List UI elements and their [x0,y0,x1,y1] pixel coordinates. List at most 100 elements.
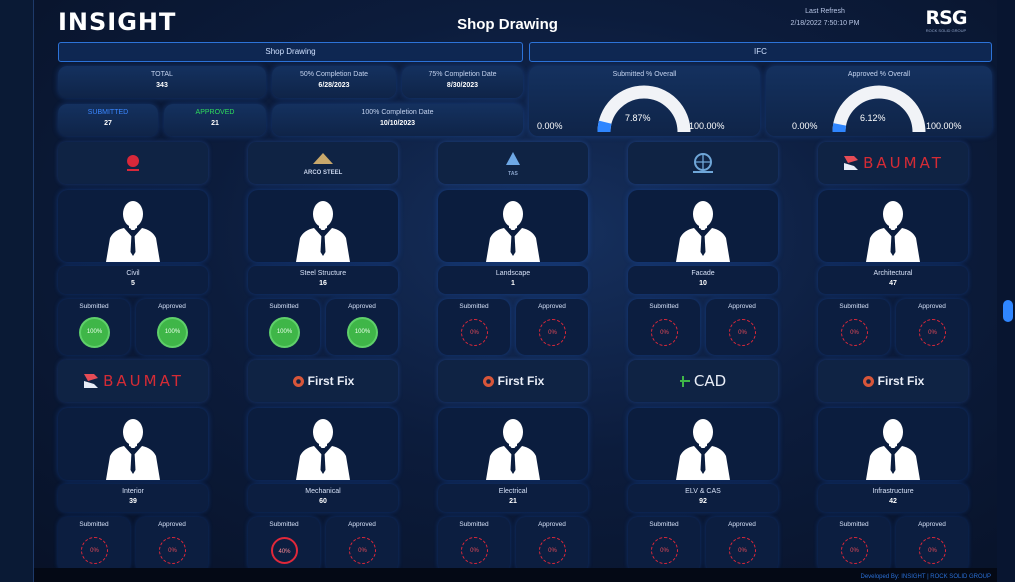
scroll-handle[interactable] [1003,300,1013,322]
submitted-status-label: Submitted [459,521,489,528]
brand-mark: RSG [925,7,968,29]
trade-name: Interior [122,488,144,495]
firstfix-gear-icon [862,375,874,387]
baumat-icon [84,374,99,388]
submitted-status: Submitted 100% [248,299,320,355]
contractor-logo: TAS [438,142,588,184]
completion-50-label: 50% Completion Date [299,71,369,78]
person-icon [296,201,350,262]
trade-name: Electrical [498,488,528,495]
completion-50-card: 50% Completion Date 6/28/2023 [272,66,396,98]
approved-status-label: Approved [918,521,946,528]
person-icon [676,201,730,262]
submitted-status: Submitted 100% [58,299,130,355]
trade-name: Landscape [495,270,531,277]
logo-text: ARCO STEEL [303,169,343,176]
arco-steel-icon [312,152,333,164]
contractor-logo: BAUMAT [818,142,968,184]
submitted-status-label: Submitted [459,303,489,310]
contractor-logo: First Fix [438,360,588,402]
submitted-percent-badge: 0% [461,319,488,346]
submitted-gauge-min: 0.00% [537,121,563,131]
footer-bar [34,568,997,582]
logo-text: First Fix [307,374,355,388]
completion-75-label: 75% Completion Date [428,71,497,78]
brand-logo: RSG ROCK SOLID GROUP [920,8,972,38]
trade-name-box: Infrastructure 42 [818,484,968,512]
submitted-status-label: Submitted [269,303,299,310]
completion-100-card: 100% Completion Date 10/10/2023 [272,104,523,136]
submitted-status: Submitted 0% [818,299,890,355]
approved-percent-badge: 0% [349,537,376,564]
approved-value: 21 [211,120,219,127]
trade-count: 92 [699,498,707,505]
contractor-logo: BAUMAT [58,360,208,402]
trade-name-box: Civil 5 [58,266,208,294]
contractor-avatar [818,190,968,262]
submitted-overall-gauge [597,85,691,133]
trade-name-box: Electrical 21 [438,484,588,512]
submitted-status: Submitted 0% [628,517,700,573]
right-scroll-track[interactable] [997,0,1015,582]
submitted-status: Submitted 40% [248,517,320,573]
firstfix-gear-icon [482,375,494,387]
trade-name-box: Steel Structure 16 [248,266,398,294]
person-icon [296,419,350,480]
trade-name: Architectural [873,270,913,277]
submitted-percent-badge: 0% [651,537,678,564]
tab-shop-drawing[interactable]: Shop Drawing [58,42,523,62]
total-card: TOTAL 343 [58,66,266,98]
contractor-avatar [628,408,778,480]
trade-name: Facade [691,270,715,277]
tas-logo: TAS [504,150,522,177]
contractor-avatar [58,190,208,262]
trade-name: ELV & CAS [685,488,721,495]
submitted-percent-badge: 0% [461,537,488,564]
contractor-logo [628,142,778,184]
submitted-status-label: Submitted [79,521,109,528]
approved-status-label: Approved [918,303,946,310]
approved-status: Approved 100% [136,299,208,355]
submitted-percent-badge: 40% [271,537,298,564]
contractor-logo: CAD [628,360,778,402]
submitted-percent-badge: 0% [841,319,868,346]
approved-status: Approved 0% [516,517,588,573]
submitted-percent-badge: 100% [271,319,298,346]
contractor-avatar [438,190,588,262]
approved-percent-badge: 0% [919,537,946,564]
approved-label: APPROVED [195,109,235,116]
approved-gauge-value: 6.12% [860,113,886,123]
refresh-label: Last Refresh [805,8,845,15]
approved-status-label: Approved [728,303,756,310]
approved-status-label: Approved [538,521,566,528]
submitted-percent-badge: 0% [841,537,868,564]
cad-icon [679,375,690,387]
submitted-status-label: Submitted [649,521,679,528]
company-emblem-icon [127,155,139,171]
gauge-track [832,85,926,133]
submitted-status: Submitted 0% [818,517,890,573]
completion-100-label: 100% Completion Date [361,109,434,116]
gauge-fill [597,120,612,133]
total-label: TOTAL [151,71,173,78]
trade-name: Steel Structure [299,270,347,277]
approved-status: Approved 0% [136,517,208,573]
person-icon [866,201,920,262]
contractor-avatar [818,408,968,480]
contractor-logo [58,142,208,184]
arco-steel-logo: ARCO STEEL [303,151,343,176]
approved-status-label: Approved [158,521,186,528]
logo-text: CAD [693,372,727,390]
approved-percent-badge: 0% [919,319,946,346]
submitted-percent-badge: 0% [81,537,108,564]
submitted-percent-badge: 0% [651,319,678,346]
contractor-logo: ARCO STEEL [248,142,398,184]
submitted-overall-label: Submitted % Overall [612,71,677,78]
gauge-fill [832,123,847,133]
submitted-status: Submitted 0% [438,517,510,573]
logo-text: BAUMAT [103,372,184,390]
person-icon [866,419,920,480]
approved-status-label: Approved [348,303,376,310]
approved-overall-label: Approved % Overall [847,71,911,78]
tab-ifc[interactable]: IFC [529,42,992,62]
